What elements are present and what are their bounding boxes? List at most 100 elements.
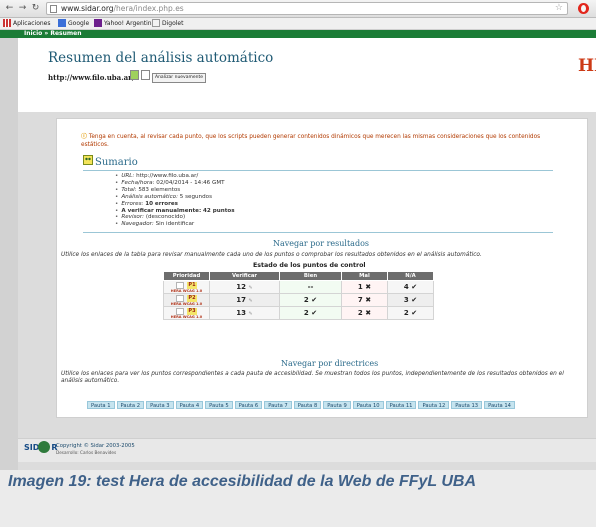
url-text: www.sidar.org/hera/index.php.es xyxy=(61,4,184,13)
priority-cell: P1 HERA WCAG 1.0 xyxy=(163,280,210,294)
web-page: Inicio » Resumen Resumen del análisis au… xyxy=(0,30,596,470)
col-header-mal: Mal xyxy=(341,271,388,281)
summary-total: Total: 583 elementos xyxy=(115,187,235,194)
na-cell[interactable]: 3 ✔ xyxy=(387,293,434,307)
bien-cell[interactable]: -- xyxy=(279,280,342,294)
verify-icon: ✎ xyxy=(248,285,253,291)
hera-mini-icon xyxy=(176,281,184,289)
check-icon: ✔ xyxy=(411,283,418,291)
pauta-link[interactable]: Pauta 14 xyxy=(484,401,515,409)
pauta-link[interactable]: Pauta 6 xyxy=(234,401,263,409)
caption-area: Imagen 19: test Hera de accesibilidad de… xyxy=(0,470,596,527)
pauta-link[interactable]: Pauta 10 xyxy=(352,401,384,409)
summary-list: URL: http://www.filo.uba.ar/ Fecha/hora:… xyxy=(115,173,235,228)
developer-credit: Desarrollo: Carlos Benavides xyxy=(56,450,117,455)
bookmark-digolet[interactable]: Digolet xyxy=(152,19,183,29)
pauta-link[interactable]: Pauta 7 xyxy=(264,401,292,409)
priority-badge[interactable]: P2 xyxy=(187,294,197,302)
reanalyze-button[interactable]: Analizar nuevamente xyxy=(152,73,207,83)
col-header-verify: Verificar xyxy=(209,271,280,281)
google-icon xyxy=(58,19,66,27)
page-footer: SID R Copyright © Sidar 2003-2005 Desarro… xyxy=(18,438,596,462)
verify-icon: ✎ xyxy=(248,311,253,317)
analyzed-url[interactable]: http://www.filo.uba.ar/ xyxy=(48,73,134,82)
pauta-link[interactable]: Pauta 3 xyxy=(146,401,174,409)
yahoo-icon xyxy=(94,19,102,27)
col-header-priority: Prioridad xyxy=(163,271,210,281)
view-page-icon[interactable] xyxy=(130,70,139,80)
divider xyxy=(83,232,553,233)
divider xyxy=(83,170,553,171)
copyright-text: Copyright © Sidar 2003-2005 xyxy=(56,443,135,449)
hera-mini-icon xyxy=(176,307,184,315)
bien-cell[interactable]: 2 ✔ xyxy=(279,306,342,320)
info-icon: ⓘ xyxy=(81,134,87,140)
reload-icon[interactable]: ↻ xyxy=(30,3,41,14)
priority-cell: P3 HERA WCAG 1.0 xyxy=(163,306,210,320)
bookmarks-bar: Aplicaciones Google Yahoo! Argentina Dig… xyxy=(0,18,596,30)
directives-description: Utilice los enlaces para ver los puntos … xyxy=(61,371,564,385)
pauta-link[interactable]: Pauta 13 xyxy=(451,401,483,409)
verify-cell[interactable]: 17 ✎ xyxy=(209,293,280,307)
pauta-link[interactable]: Pauta 1 xyxy=(87,401,115,409)
check-icon: ✔ xyxy=(311,296,318,304)
bien-cell[interactable]: 2 ✔ xyxy=(279,293,342,307)
sidar-logo-figure xyxy=(38,441,50,453)
cross-icon: ✖ xyxy=(365,283,372,291)
wcag-label: HERA WCAG 1.0 xyxy=(170,302,203,306)
forward-icon[interactable]: → xyxy=(17,3,28,14)
results-panel: ⓘ Tenga en cuenta, al revisar cada punto,… xyxy=(56,118,588,418)
scripts-notice: ⓘ Tenga en cuenta, al revisar cada punto,… xyxy=(81,134,541,148)
browser-toolbar: ← → ↻ www.sidar.org/hera/index.php.es ☆ xyxy=(0,0,596,18)
mal-cell[interactable]: 2 ✖ xyxy=(341,306,388,320)
directives-title: Navegar por directrices xyxy=(281,359,379,368)
address-bar[interactable]: www.sidar.org/hera/index.php.es ☆ xyxy=(46,2,568,15)
verify-icon: ✎ xyxy=(248,298,253,304)
results-description: Utilice los enlaces de la tabla para rev… xyxy=(61,252,482,258)
verify-cell[interactable]: 13 ✎ xyxy=(209,306,280,320)
check-icon: ✔ xyxy=(411,309,418,317)
browser-menu-icon[interactable] xyxy=(578,3,589,14)
priority-badge[interactable]: P3 xyxy=(187,307,197,315)
verify-cell[interactable]: 12 ✎ xyxy=(209,280,280,294)
bookmark-google[interactable]: Google xyxy=(58,19,89,29)
document-icon[interactable] xyxy=(141,70,150,80)
summary-browser: Navegador: Sin identificar xyxy=(115,221,235,228)
check-icon: ✔ xyxy=(311,309,318,317)
pauta-link[interactable]: Pauta 8 xyxy=(293,401,322,409)
priority-cell: P2 HERA WCAG 1.0 xyxy=(163,293,210,307)
check-icon: ✔ xyxy=(411,296,418,304)
back-icon[interactable]: ← xyxy=(4,3,15,14)
pauta-link[interactable]: Pauta 11 xyxy=(385,401,417,409)
col-header-bien: Bien xyxy=(279,271,342,281)
mal-cell[interactable]: 1 ✖ xyxy=(341,280,388,294)
pauta-link[interactable]: Pauta 5 xyxy=(205,401,233,409)
page-header: Resumen del análisis automático http://w… xyxy=(18,38,596,112)
hera-mini-icon xyxy=(176,294,184,302)
pauta-link[interactable]: Pauta 2 xyxy=(116,401,145,409)
left-margin xyxy=(0,30,18,470)
pauta-links: Pauta 1 Pauta 2 Pauta 3 Pauta 4 Pauta 5 Pauta… xyxy=(87,401,517,409)
na-cell[interactable]: 4 ✔ xyxy=(387,280,434,294)
col-header-na: N/A xyxy=(387,271,434,281)
mal-cell[interactable]: 7 ✖ xyxy=(341,293,388,307)
bookmark-star-icon[interactable]: ☆ xyxy=(555,3,563,14)
table-row: P3 HERA WCAG 1.0 13 ✎ 2 ✔ 2 ✖ 2 ✔ xyxy=(163,306,434,320)
page-title: Resumen del análisis automático xyxy=(48,50,274,66)
table-caption: Estado de los puntos de control xyxy=(253,262,366,269)
table-header-row: Prioridad Verificar Bien Mal N/A xyxy=(163,271,434,281)
folder-icon xyxy=(152,19,160,27)
summary-title: Sumario xyxy=(95,157,138,168)
na-cell[interactable]: 2 ✔ xyxy=(387,306,434,320)
summary-date: Fecha/hora: 02/04/2014 - 14:46 GMT xyxy=(115,180,235,187)
pauta-link[interactable]: Pauta 4 xyxy=(175,401,204,409)
bookmark-yahoo[interactable]: Yahoo! Argentina xyxy=(94,19,155,29)
bookmark-apps[interactable]: Aplicaciones xyxy=(3,19,50,29)
figure-caption: Imagen 19: test Hera de accesibilidad de… xyxy=(8,473,476,490)
pauta-link[interactable]: Pauta 9 xyxy=(323,401,351,409)
cross-icon: ✖ xyxy=(365,309,372,317)
pauta-link[interactable]: Pauta 12 xyxy=(418,401,450,409)
results-title: Navegar por resultados xyxy=(273,239,369,248)
breadcrumb[interactable]: Inicio » Resumen xyxy=(24,30,81,38)
priority-badge[interactable]: P1 xyxy=(187,281,197,289)
